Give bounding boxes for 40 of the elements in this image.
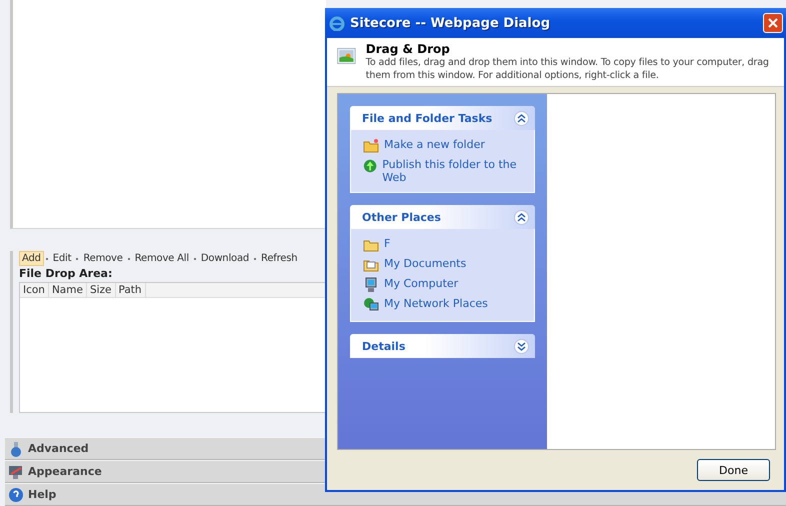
field-label: File Drop Area: [19, 267, 114, 280]
globe-icon [363, 158, 378, 174]
toolbar-link[interactable]: Refresh [258, 251, 300, 266]
toolbar-link[interactable]: Remove All [132, 251, 192, 266]
browser-icon [329, 15, 345, 31]
chevron-icon[interactable] [514, 338, 529, 354]
task-link[interactable]: Make a new folder [384, 138, 485, 151]
dialog-heading: Drag & Drop [366, 42, 451, 56]
close-button[interactable] [763, 13, 783, 33]
monitor-icon [8, 464, 24, 480]
panel-header[interactable]: Other Places [350, 205, 535, 229]
panel-title: File and Folder Tasks [362, 112, 492, 124]
computer-icon [363, 277, 379, 293]
task-link[interactable]: My Documents [384, 257, 466, 270]
column-header: Path [116, 283, 146, 297]
toolbar-link[interactable]: Add [19, 251, 44, 266]
window-title: Sitecore -- Webpage Dialog [350, 16, 551, 30]
toolbar-link[interactable]: Remove [80, 251, 126, 266]
task-link[interactable]: Publish this folder to the Web [382, 158, 526, 184]
chevron-icon[interactable] [514, 110, 529, 126]
done-button[interactable]: Done [697, 459, 770, 481]
chevron-icon[interactable] [514, 210, 529, 224]
toolbar-link[interactable]: Edit [50, 251, 74, 266]
panel-title: Details [362, 340, 406, 352]
column-header: Name [48, 283, 87, 297]
panel-title: Other Places [362, 210, 441, 224]
network-icon [363, 297, 379, 313]
flask-icon [8, 440, 24, 456]
help-icon [8, 486, 24, 502]
task-link[interactable]: My Network Places [384, 297, 488, 310]
column-header: Size [86, 283, 116, 297]
column-header: Icon [20, 283, 49, 297]
task-link[interactable]: F [384, 237, 390, 250]
panel-header[interactable]: Details [350, 334, 535, 358]
close-icon[interactable] [767, 17, 779, 29]
panel-header[interactable]: File and Folder Tasks [350, 106, 535, 130]
task-link[interactable]: My Computer [384, 277, 458, 290]
folder-icon [363, 138, 379, 154]
dialog-description: To add files, drag and drop them into this window. To copy files to your computer, drag them from this window. For additional options, right-click a file. [366, 56, 770, 82]
toolbar-link[interactable]: Download [198, 251, 252, 266]
